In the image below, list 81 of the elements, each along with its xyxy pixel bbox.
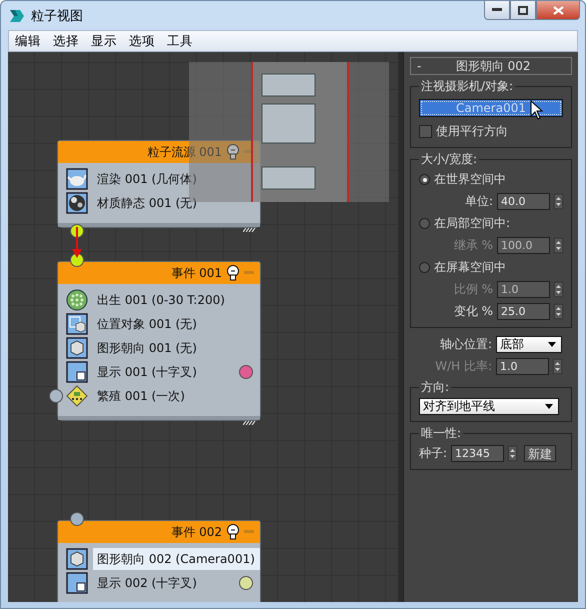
orientation-dropdown[interactable]: 对齐到地平线 [419, 398, 559, 415]
display-color-dot[interactable] [239, 365, 253, 379]
lightbulb-icon[interactable] [226, 265, 240, 281]
menu-item[interactable]: 工具 [161, 32, 199, 50]
field-label: 轴心位置: [440, 336, 492, 353]
square-icon [66, 361, 88, 383]
field-label: 比例 % [454, 281, 493, 298]
radio-button[interactable] [419, 218, 430, 229]
radio-label: 在屏幕空间中 [434, 259, 506, 276]
maximize-button[interactable] [510, 1, 536, 20]
dots-circle-icon [66, 289, 88, 311]
cube-icon [66, 548, 88, 570]
app-logo-icon [9, 8, 25, 24]
group-label: 方向: [420, 379, 450, 396]
resize-grip-icon[interactable] [243, 228, 257, 232]
maximize-icon [518, 6, 528, 14]
square-icon [66, 572, 88, 594]
new-seed-button[interactable]: 新建 [524, 445, 556, 462]
field-label: 继承 % [454, 237, 493, 254]
spinner-arrows-icon[interactable] [508, 446, 518, 461]
field-label: 单位: [464, 193, 493, 210]
group-label: 大小/宽度: [420, 151, 478, 168]
radio-label: 在局部空间中: [434, 215, 510, 232]
operator-item[interactable]: 材质静态 001 (无) [93, 192, 260, 214]
field-label: W/H 比率: [435, 358, 492, 375]
node-title: 粒子流源 001 [147, 144, 222, 160]
resize-grip-icon[interactable] [243, 421, 257, 425]
menu-item[interactable]: 编辑 [9, 32, 47, 50]
spinner-arrows-icon[interactable] [554, 238, 563, 253]
number-field[interactable]: 12345 [451, 445, 504, 462]
spinner-arrows-icon[interactable] [554, 304, 563, 319]
sphere-icon [66, 192, 88, 214]
operator-item[interactable]: 渲染 001 (几何体) [93, 168, 260, 190]
checkbox[interactable] [419, 125, 432, 138]
minimize-button[interactable] [484, 1, 510, 20]
input-port[interactable] [70, 512, 84, 526]
output-port[interactable] [49, 389, 63, 403]
node-title: 事件 001 [171, 264, 222, 282]
menu-item[interactable]: 选择 [47, 32, 85, 50]
operator-item[interactable]: 图形朝向 001 (无) [93, 337, 260, 359]
close-icon [552, 6, 564, 14]
spinner-arrows-icon[interactable] [554, 194, 563, 209]
number-field[interactable]: 25.0 [497, 303, 550, 320]
radio-label: 在世界空间中 [434, 171, 506, 188]
menu-item[interactable]: 显示 [85, 32, 123, 50]
menu-item[interactable]: 选项 [123, 32, 161, 50]
diamond-icon [66, 385, 88, 407]
lightbulb-icon[interactable] [226, 524, 240, 540]
spinner-arrows-icon[interactable] [553, 359, 562, 374]
radio-button[interactable] [419, 174, 430, 185]
radio-button[interactable] [419, 262, 430, 273]
caret-icon [545, 404, 553, 409]
window-title: 粒子视图 [31, 8, 83, 24]
group-label: 注视摄影机/对象: [420, 78, 514, 95]
cube-frame-icon [66, 313, 88, 335]
number-field[interactable]: 40.0 [497, 193, 550, 210]
display-color-dot[interactable] [239, 576, 253, 590]
field-label: 种子: [419, 445, 448, 462]
cube-icon [66, 337, 88, 359]
teapot-icon [66, 168, 88, 190]
link-arrow [72, 227, 82, 258]
caret-icon [548, 342, 556, 347]
operator-item[interactable]: 显示 002 (十字叉) [93, 572, 260, 594]
close-button[interactable] [536, 1, 580, 20]
field-label: 变化 % [454, 303, 493, 320]
operator-item[interactable]: 繁殖 001 (一次) [93, 385, 260, 407]
operator-item[interactable]: 出生 001 (0-30 T:200) [93, 289, 260, 311]
operator-item[interactable]: 位置对象 001 (无) [93, 313, 260, 335]
operator-item[interactable]: 显示 001 (十字叉) [93, 361, 260, 383]
event-node[interactable]: 事件 002 图形朝向 002 (Camera001) 显示 002 (十字叉) [57, 520, 261, 602]
rollout-title: 图形朝向 002 [456, 58, 531, 74]
pivot-dropdown[interactable]: 底部 [496, 336, 562, 353]
rollout-header[interactable]: - 图形朝向 002 [410, 57, 572, 75]
group-label: 唯一性: [420, 425, 462, 442]
collapse-toggle[interactable]: - [417, 59, 422, 73]
mouse-pointer-icon [530, 100, 543, 120]
spinner-arrows-icon[interactable] [554, 282, 563, 297]
checkbox-label: 使用平行方向 [436, 123, 508, 140]
node-title: 事件 002 [171, 524, 222, 540]
minimize-icon [492, 8, 502, 12]
operator-item[interactable]: 图形朝向 002 (Camera001) [93, 548, 260, 570]
